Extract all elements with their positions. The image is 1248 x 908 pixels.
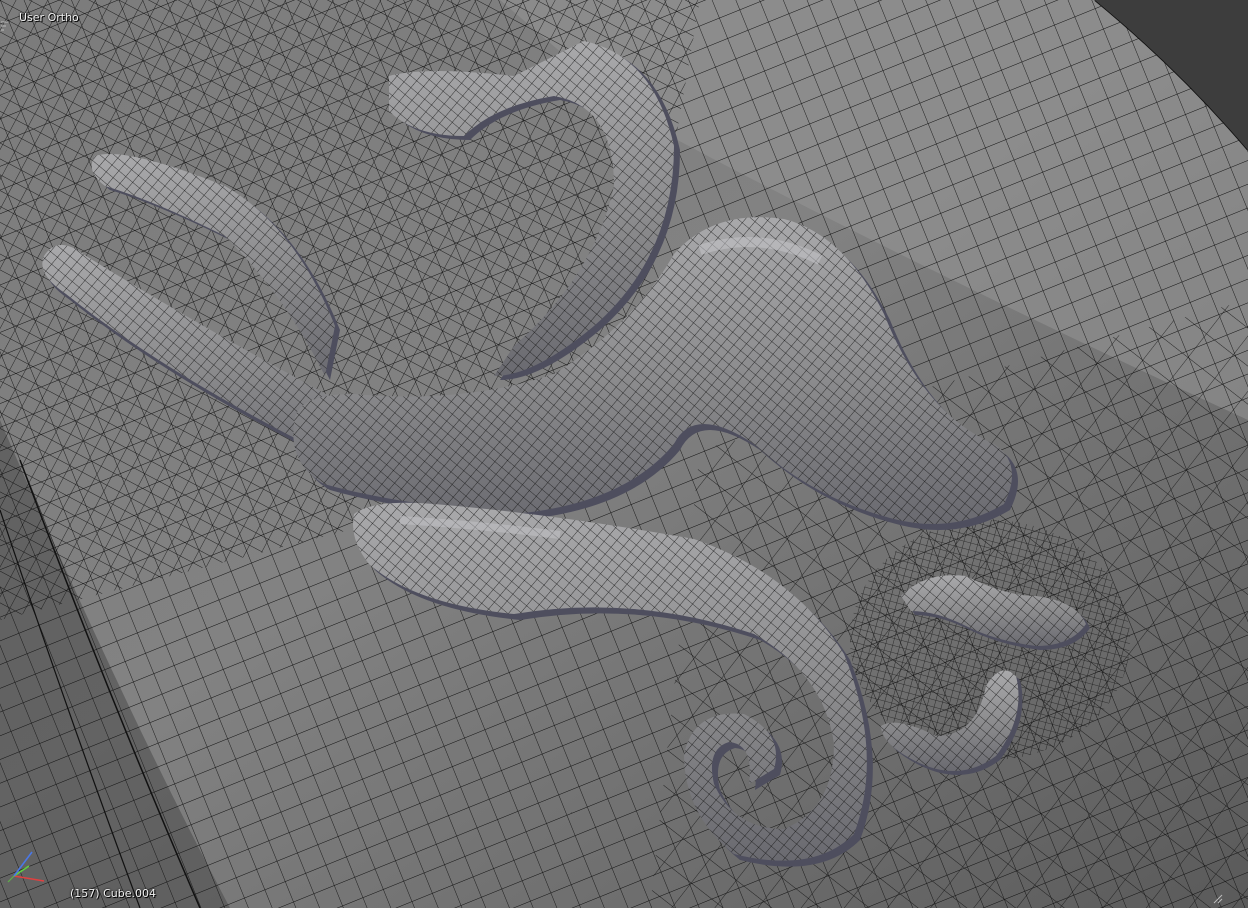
view-label: User Ortho (19, 11, 79, 24)
mesh-scene[interactable] (0, 0, 1248, 908)
corner-split-icon[interactable] (1208, 893, 1224, 905)
corner-split-icon[interactable] (0, 20, 10, 34)
3d-viewport[interactable]: User Ortho (157) Cube.004 (0, 0, 1248, 908)
active-object-label: (157) Cube.004 (70, 887, 156, 900)
xyz-axis-icon (7, 851, 45, 883)
